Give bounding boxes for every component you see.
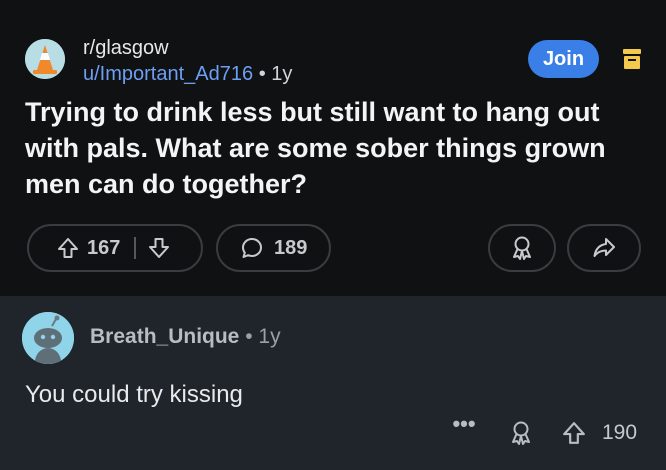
vote-divider — [134, 237, 137, 259]
comment-vote-count: 190 — [602, 421, 638, 444]
award-icon — [513, 236, 531, 260]
vote-bar: 167 — [27, 224, 203, 272]
comment-meta: Breath_Unique • 1y — [90, 325, 281, 349]
comment-count: 189 — [274, 236, 308, 259]
award-button[interactable] — [488, 224, 556, 272]
comments-button[interactable]: 189 — [216, 224, 331, 272]
share-icon — [593, 238, 615, 257]
mod-queue-icon[interactable] — [622, 48, 642, 70]
comment-author[interactable]: Breath_Unique — [90, 325, 239, 348]
comment-bubble-icon — [242, 238, 262, 258]
comment-upvote-icon[interactable] — [562, 421, 586, 445]
comment-meta-separator: • — [245, 325, 253, 348]
comment-award-icon[interactable] — [509, 420, 533, 446]
post-title[interactable]: Trying to drink less but still want to h… — [25, 94, 650, 202]
join-button[interactable]: Join — [528, 40, 599, 78]
post-author[interactable]: u/Important_Ad716 — [83, 63, 253, 85]
subreddit-avatar[interactable] — [25, 39, 65, 79]
comment-age: 1y — [258, 325, 281, 348]
downvote-icon[interactable] — [148, 237, 170, 259]
post-meta: u/Important_Ad716 • 1y — [83, 63, 292, 86]
comment-avatar[interactable] — [22, 312, 74, 364]
post-card: r/glasgow u/Important_Ad716 • 1y Join Tr… — [0, 0, 666, 296]
traffic-cone-icon — [25, 39, 65, 79]
post-vote-count: 167 — [87, 236, 121, 259]
comment-body: You could try kissing — [25, 381, 243, 408]
more-options-icon[interactable]: ••• — [451, 413, 477, 438]
upvote-icon[interactable] — [57, 237, 79, 259]
snoo-avatar-icon — [22, 312, 74, 364]
post-age: 1y — [271, 63, 293, 85]
meta-separator: • — [258, 63, 266, 85]
subreddit-name[interactable]: r/glasgow — [83, 37, 169, 60]
share-button[interactable] — [567, 224, 641, 272]
